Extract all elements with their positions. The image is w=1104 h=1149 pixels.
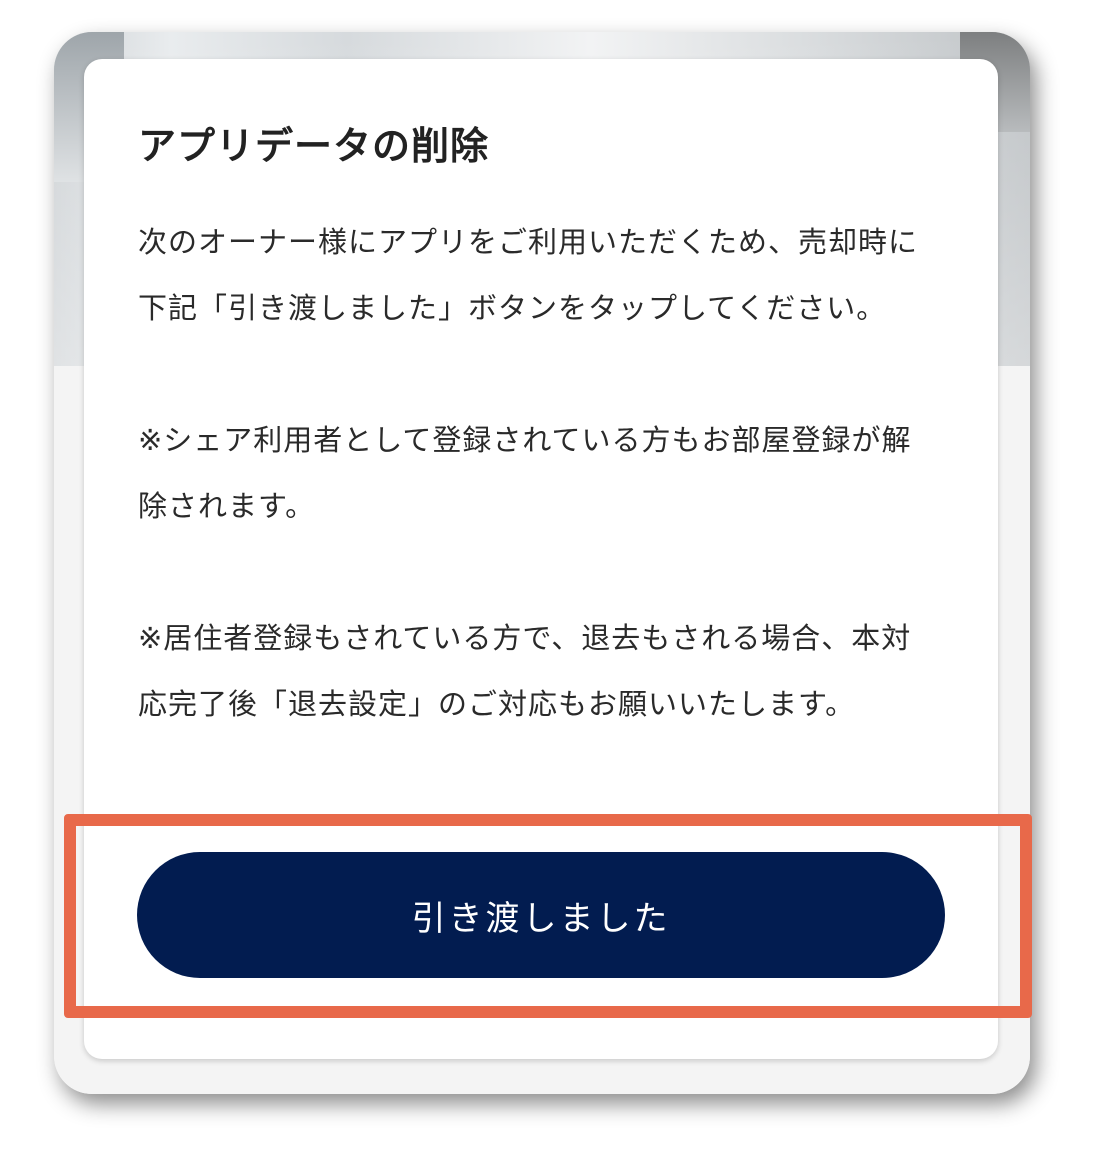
delete-app-data-dialog: アプリデータの削除 次のオーナー様にアプリをご利用いただくため、売却時に下記「引…	[84, 59, 998, 1059]
dialog-body: 次のオーナー様にアプリをご利用いただくため、売却時に下記「引き渡しました」ボタン…	[138, 209, 938, 737]
dialog-message: 次のオーナー様にアプリをご利用いただくため、売却時に下記「引き渡しました」ボタン…	[138, 225, 919, 325]
handed-over-button[interactable]: 引き渡しました	[137, 852, 945, 978]
dialog-title: アプリデータの削除	[138, 124, 490, 168]
dialog-note-share-users: ※シェア利用者として登録されている方もお部屋登録が解除されます。	[138, 423, 912, 523]
dialog-note-resident: ※居住者登録もされている方で、退去もされる場合、本対応完了後「退去設定」のご対応…	[138, 621, 912, 721]
